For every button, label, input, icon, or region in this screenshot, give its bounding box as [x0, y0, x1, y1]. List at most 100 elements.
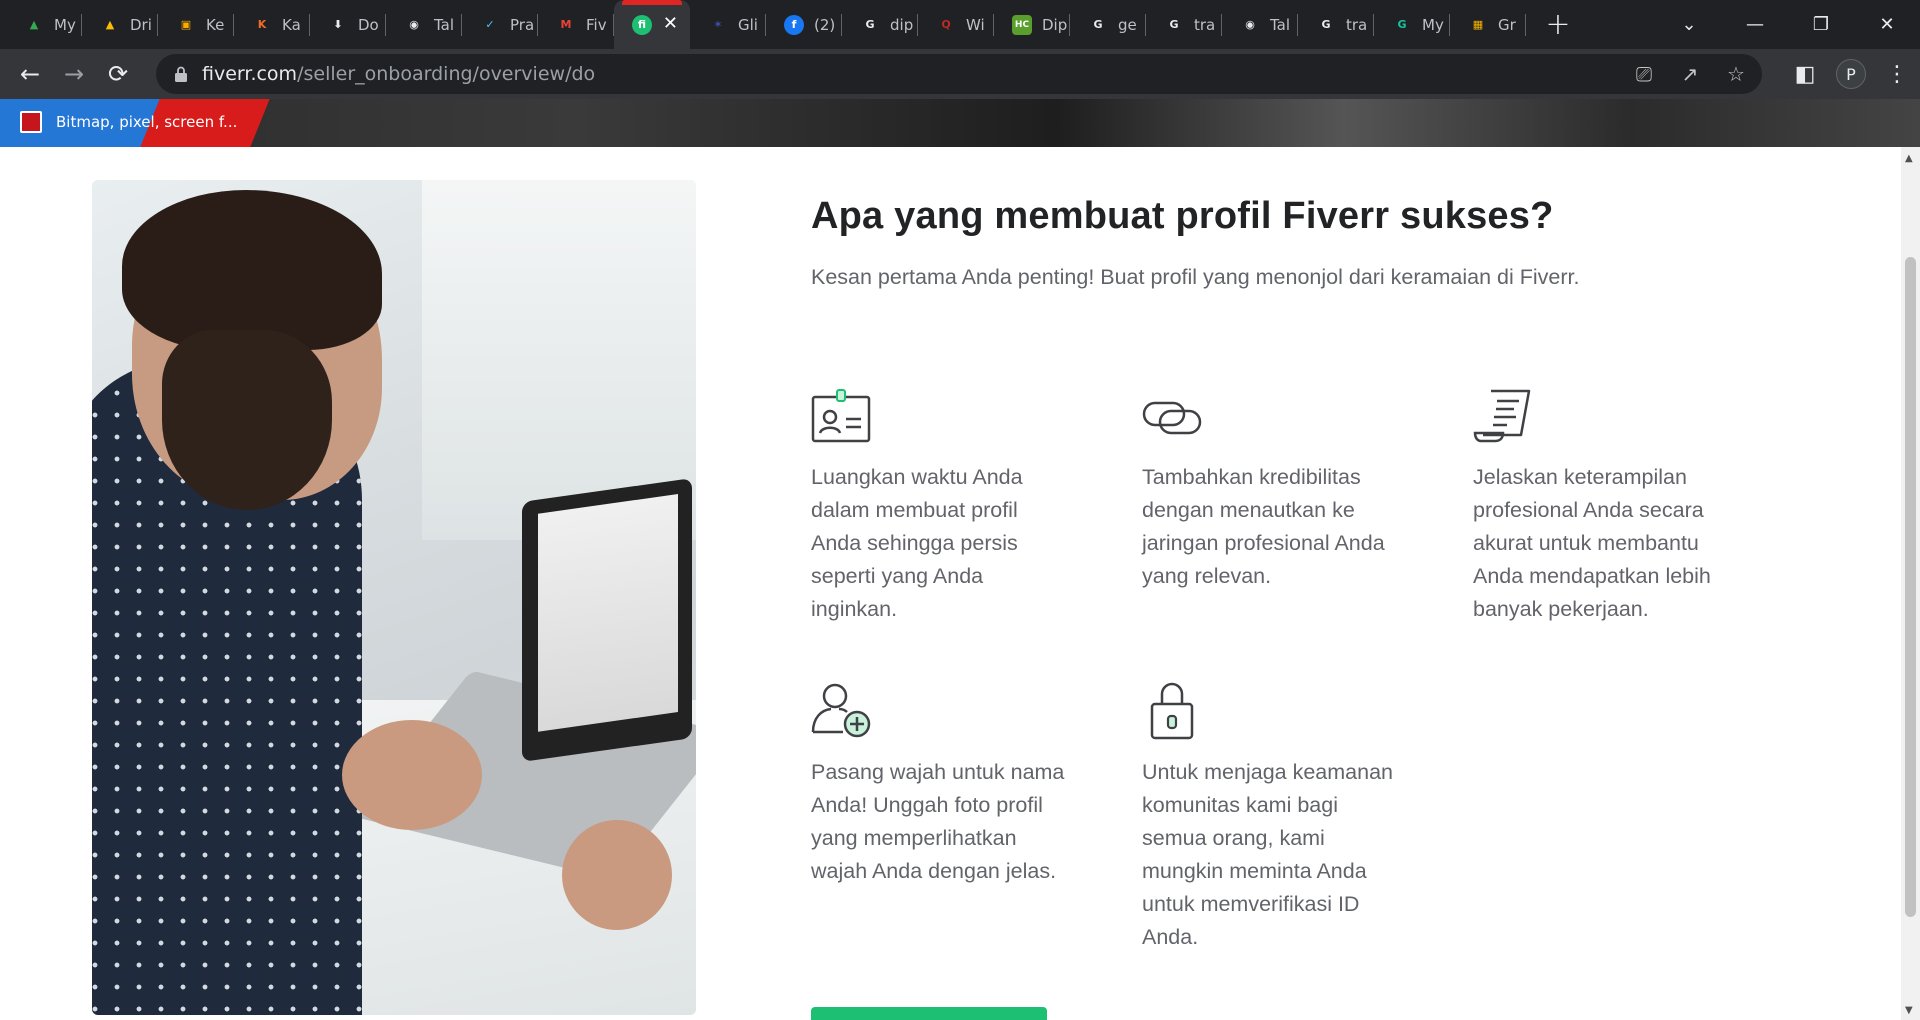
google-icon: G	[1093, 18, 1103, 31]
page-content: Apa yang membuat profil Fiverr sukses? K…	[0, 147, 1901, 1020]
page-subtitle: Kesan pertama Anda penting! Buat profil …	[811, 265, 1580, 289]
tab-label: dip	[890, 15, 914, 34]
translate-icon[interactable]: ⎚	[1632, 62, 1656, 86]
link-icon	[1142, 401, 1202, 435]
google-drive-icon: ▲	[29, 18, 39, 31]
page-title: Apa yang membuat profil Fiverr sukses?	[811, 195, 1554, 237]
download-icon: ⬇	[333, 18, 343, 31]
google-icon: G	[1321, 18, 1331, 31]
window-controls: ⌄ — ❐ ✕	[1656, 0, 1920, 49]
browser-tab[interactable]: G My	[1374, 0, 1450, 49]
side-panel-icon[interactable]: ◧	[1782, 49, 1828, 99]
google-drive-icon: ▲	[105, 18, 115, 31]
browser-tab[interactable]: Gtra	[1298, 0, 1374, 49]
avatar: P	[1836, 59, 1866, 89]
browser-tab[interactable]: ⬇ Do	[310, 0, 386, 49]
address-bar[interactable]: fiverr.com/seller_onboarding/overview/do…	[156, 54, 1762, 94]
browser-tab[interactable]: Q Wi	[918, 0, 994, 49]
browser-tab[interactable]: Gdip	[842, 0, 918, 49]
facebook-icon: f	[784, 14, 804, 35]
tab-strip: ▲ My ▲ Dri ▣ Ke K Ka ⬇ Do ◉ Tal ✓ Pra M Fiv fi ✕ ✶ Gli f (2) G…	[0, 0, 1920, 49]
feature-item: Pasang wajah untuk nama Anda! Unggah fot…	[811, 682, 1071, 888]
feature-text: Untuk menjaga keamanan komunitas kami ba…	[1142, 760, 1393, 949]
url-text: fiverr.com/seller_onboarding/overview/do	[202, 63, 595, 85]
browser-tab[interactable]: Gtra	[1146, 0, 1222, 49]
feature-text: Jelaskan keterampilan profesional Anda s…	[1473, 465, 1711, 621]
browser-tab[interactable]: ◉ Tal	[1222, 0, 1298, 49]
menu-kebab-icon[interactable]: ⋮	[1874, 49, 1920, 99]
tabs: ▲ My ▲ Dri ▣ Ke K Ka ⬇ Do ◉ Tal ✓ Pra M Fiv fi ✕ ✶ Gli f (2) G…	[0, 0, 1526, 49]
page-scrollbar[interactable]: ▲ ▼	[1901, 147, 1920, 1020]
bookmark-item[interactable]: Bitmap, pixel, screen f...	[20, 111, 237, 133]
browser-tab[interactable]: ✓ Pra	[462, 0, 538, 49]
url-path: /seller_onboarding/overview/do	[297, 63, 596, 85]
feature-text: Pasang wajah untuk nama Anda! Unggah fot…	[811, 760, 1065, 883]
tab-label: Gli	[738, 15, 758, 34]
browser-tab[interactable]: ▲ My	[6, 0, 82, 49]
url-host: fiverr.com	[202, 63, 298, 85]
tab-label: Gr	[1498, 15, 1516, 34]
bookmark-star-icon[interactable]: ☆	[1724, 62, 1748, 86]
browser-tab[interactable]: ✶ Gli	[690, 0, 766, 49]
grammarly-icon: G	[1397, 18, 1407, 31]
bookmark-label: Bitmap, pixel, screen f...	[56, 113, 238, 131]
tab-label: Tal	[434, 15, 455, 34]
bookmarks-bar: Bitmap, pixel, screen f...	[0, 99, 1920, 147]
tab-label: (2)	[814, 15, 836, 34]
scrollbar-thumb[interactable]	[1905, 257, 1916, 917]
star-icon: ✶	[713, 18, 723, 31]
tab-label: Dip	[1042, 15, 1068, 34]
share-icon[interactable]: ↗	[1678, 62, 1702, 86]
browser-tab[interactable]: f (2)	[766, 0, 842, 49]
feature-item: Tambahkan kredibilitas dengan menautkan …	[1142, 387, 1402, 593]
restore-button[interactable]: ❐	[1788, 0, 1854, 49]
tab-label: Ka	[282, 15, 301, 34]
tab-label: ge	[1118, 15, 1137, 34]
minimize-button[interactable]: —	[1722, 0, 1788, 49]
new-tab-button[interactable]: +	[1534, 0, 1582, 49]
browser-tab[interactable]: ◉ Tal	[386, 0, 462, 49]
fiverr-icon: fi	[632, 14, 652, 35]
add-user-icon	[811, 683, 871, 738]
scroll-up-arrow[interactable]: ▲	[1905, 153, 1913, 164]
reload-button[interactable]: ⟳	[96, 52, 140, 96]
tab-label: Fiv	[586, 15, 607, 34]
scroll-icon	[1473, 389, 1531, 443]
bird-icon: ✓	[485, 18, 495, 31]
tab-label: tra	[1194, 15, 1216, 34]
google-icon: G	[1169, 18, 1179, 31]
close-window-button[interactable]: ✕	[1854, 0, 1920, 49]
gmail-icon: M	[560, 18, 572, 31]
browser-tab[interactable]: HC Dip	[994, 0, 1070, 49]
tab-label: Wi	[966, 15, 985, 34]
browser-tab[interactable]: fi ✕	[614, 0, 690, 49]
hero-photo	[92, 180, 696, 1015]
tab-label: Do	[358, 15, 379, 34]
back-button[interactable]: ←	[8, 52, 52, 96]
lock-icon	[175, 66, 187, 82]
browser-tab[interactable]: M Fiv	[538, 0, 614, 49]
forward-button[interactable]: →	[52, 52, 96, 96]
browser-tab[interactable]: Gge	[1070, 0, 1146, 49]
feature-item: Untuk menjaga keamanan komunitas kami ba…	[1142, 682, 1402, 954]
tab-search-icon[interactable]: ⌄	[1656, 0, 1722, 49]
google-icon: G	[865, 18, 875, 31]
chrome-icon: ◉	[409, 18, 419, 31]
feature-text: Tambahkan kredibilitas dengan menautkan …	[1142, 465, 1385, 588]
tab-label: My	[1422, 15, 1444, 34]
close-tab-icon[interactable]: ✕	[663, 15, 678, 33]
continue-button[interactable]	[811, 1007, 1047, 1020]
tab-label: Pra	[510, 15, 535, 34]
tab-label: My	[54, 15, 76, 34]
tab-label: Tal	[1270, 15, 1291, 34]
scroll-down-arrow[interactable]: ▼	[1905, 1005, 1913, 1016]
kahoot-icon: K	[257, 18, 267, 31]
feature-item: Jelaskan keterampilan profesional Anda s…	[1473, 387, 1733, 626]
browser-tab[interactable]: ▣ Ke	[158, 0, 234, 49]
profile-button[interactable]: P	[1828, 49, 1874, 99]
bookmark-favicon-icon	[20, 111, 42, 133]
browser-tab[interactable]: ▦ Gr	[1450, 0, 1526, 49]
browser-tab[interactable]: K Ka	[234, 0, 310, 49]
quora-icon: Q	[941, 18, 951, 31]
browser-tab[interactable]: ▲ Dri	[82, 0, 158, 49]
